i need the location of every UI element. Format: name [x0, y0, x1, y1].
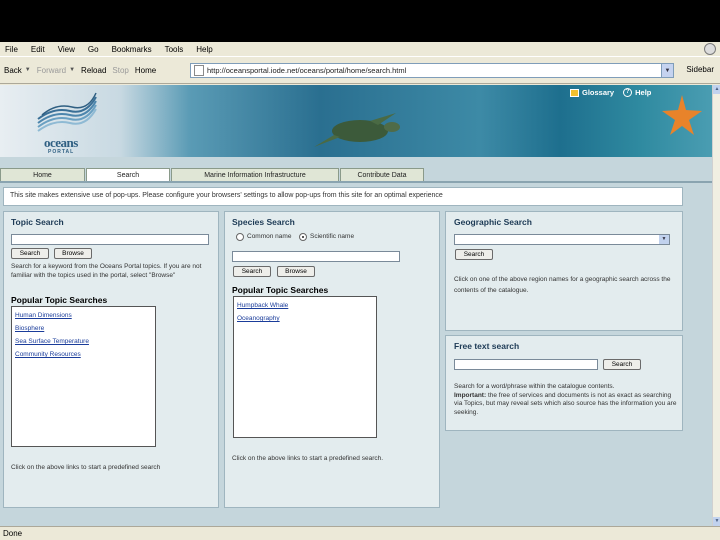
menu-view[interactable]: View — [58, 45, 75, 54]
logo-subtext: PORTAL — [48, 149, 75, 155]
topic-search-help: Search for a keyword from the Oceans Por… — [11, 263, 202, 279]
region-select[interactable]: ▼ — [454, 234, 670, 245]
radio-scientific-label: Scientific name — [310, 233, 355, 240]
back-label: Back — [4, 65, 22, 75]
radio-scientific-name[interactable] — [299, 233, 307, 241]
tab-home[interactable]: Home — [0, 168, 85, 182]
navigation-toolbar: Back ▼ Forward ▼ Reload Stop Home http://o… — [0, 56, 720, 84]
oceans-portal-logo[interactable]: oceans PORTAL — [28, 87, 108, 155]
browser-window: File Edit View Go Bookmarks Tools Help B… — [0, 42, 720, 540]
sea-turtle-image — [314, 113, 400, 147]
back-dropdown-icon[interactable]: ▼ — [25, 67, 31, 73]
topic-footer: Click on the above links to start a pred… — [11, 464, 161, 471]
glossary-link[interactable]: Glossary — [582, 88, 614, 97]
forward-dropdown-icon[interactable]: ▼ — [69, 67, 75, 73]
tab-marine-information-infrastructure[interactable]: Marine Information Infrastructure — [171, 168, 339, 182]
free-text-search-button[interactable]: Search — [603, 359, 641, 370]
site-banner: oceans PORTAL Glossary ? Help — [0, 85, 712, 157]
geographic-search-help: Click on one of the above region names f… — [454, 276, 671, 294]
scroll-up-icon[interactable]: ▲ — [713, 85, 720, 94]
menu-bar: File Edit View Go Bookmarks Tools Help — [0, 42, 720, 56]
geographic-search-button[interactable]: Search — [455, 249, 493, 260]
address-dropdown-icon[interactable]: ▼ — [661, 64, 673, 77]
tab-search[interactable]: Search — [86, 168, 170, 182]
geographic-search-title: Geographic Search — [454, 217, 532, 227]
topic-link-human-dimensions[interactable]: Human Dimensions — [15, 311, 155, 320]
free-text-important-label: Important: — [454, 391, 487, 399]
menu-bookmarks[interactable]: Bookmarks — [112, 45, 152, 54]
page-icon — [194, 65, 204, 76]
free-text-help-line2: the free of services and documents is no… — [454, 391, 677, 416]
radio-common-name[interactable] — [236, 233, 244, 241]
menu-file[interactable]: File — [5, 45, 18, 54]
forward-button[interactable]: Forward ▼ — [37, 66, 75, 75]
species-popular-list[interactable]: Humpback Whale Oceanography — [233, 296, 377, 438]
topic-popular-list[interactable]: Human Dimensions Biosphere Sea Surface T… — [11, 306, 156, 447]
free-text-help: Search for a word/phrase within the cata… — [454, 383, 678, 417]
topic-search-button[interactable]: Search — [11, 248, 49, 259]
species-link-humpback-whale[interactable]: Humpback Whale — [237, 301, 376, 310]
glossary-book-icon — [570, 88, 579, 97]
species-search-panel: Species Search Common name Scientific na… — [224, 211, 440, 508]
forward-label: Forward — [36, 65, 67, 75]
species-link-oceanography[interactable]: Oceanography — [237, 314, 376, 323]
address-url[interactable]: http://oceansportal.iode.net/oceans/port… — [207, 66, 661, 75]
menu-tools[interactable]: Tools — [165, 45, 184, 54]
geographic-search-panel: Geographic Search ▼ Search Click on one … — [445, 211, 683, 331]
topic-link-community-resources[interactable]: Community Resources — [15, 350, 155, 359]
topic-link-biosphere[interactable]: Biosphere — [15, 324, 155, 333]
menu-help[interactable]: Help — [196, 45, 212, 54]
reload-button[interactable]: Reload — [81, 66, 106, 75]
popup-notice: This site makes extensive use of pop-ups… — [3, 187, 683, 206]
home-button[interactable]: Home — [135, 66, 156, 75]
topic-link-sea-surface-temperature[interactable]: Sea Surface Temperature — [15, 337, 155, 346]
species-footer: Click on the above links to start a pred… — [232, 455, 384, 462]
topic-search-panel: Topic Search Search Browse Search for a … — [3, 211, 219, 508]
site-tabs: Home Search Marine Information Infrastru… — [0, 168, 425, 182]
tab-underline — [0, 181, 712, 183]
help-question-icon: ? — [623, 88, 633, 97]
free-text-help-line1: Search for a word/phrase within the cata… — [454, 383, 615, 390]
species-search-button[interactable]: Search — [233, 266, 271, 277]
wave-logo-icon — [37, 92, 97, 132]
topic-popular-title: Popular Topic Searches — [11, 295, 108, 305]
throbber-icon — [704, 43, 716, 55]
starfish-image — [662, 95, 702, 135]
topic-search-title: Topic Search — [11, 217, 64, 227]
scroll-down-icon[interactable]: ▼ — [713, 517, 720, 526]
page-content: oceans PORTAL Glossary ? Help Home Searc… — [0, 85, 712, 526]
sidebar-button[interactable]: Sidebar — [686, 65, 714, 74]
tab-contribute-data[interactable]: Contribute Data — [340, 168, 424, 182]
address-bar[interactable]: http://oceansportal.iode.net/oceans/port… — [190, 63, 674, 78]
free-text-search-title: Free text search — [454, 341, 520, 351]
species-popular-title: Popular Topic Searches — [232, 285, 329, 295]
back-button[interactable]: Back ▼ — [4, 66, 31, 75]
species-browse-button[interactable]: Browse — [277, 266, 315, 277]
species-search-title: Species Search — [232, 217, 295, 227]
status-text: Done — [3, 529, 23, 538]
free-text-input[interactable] — [454, 359, 598, 370]
help-link[interactable]: Help — [635, 88, 651, 97]
topic-browse-button[interactable]: Browse — [54, 248, 92, 259]
region-select-dropdown-icon[interactable]: ▼ — [659, 235, 669, 244]
status-bar: Done — [0, 526, 720, 540]
menu-edit[interactable]: Edit — [31, 45, 45, 54]
vertical-scrollbar[interactable]: ▲ ▼ — [712, 85, 720, 526]
topic-search-input[interactable] — [11, 234, 209, 245]
menu-go[interactable]: Go — [88, 45, 99, 54]
free-text-search-panel: Free text search Search Search for a wor… — [445, 335, 683, 431]
banner-links: Glossary ? Help — [570, 88, 651, 97]
species-search-input[interactable] — [232, 251, 400, 262]
stop-button[interactable]: Stop — [112, 66, 128, 75]
radio-common-label: Common name — [247, 233, 292, 240]
